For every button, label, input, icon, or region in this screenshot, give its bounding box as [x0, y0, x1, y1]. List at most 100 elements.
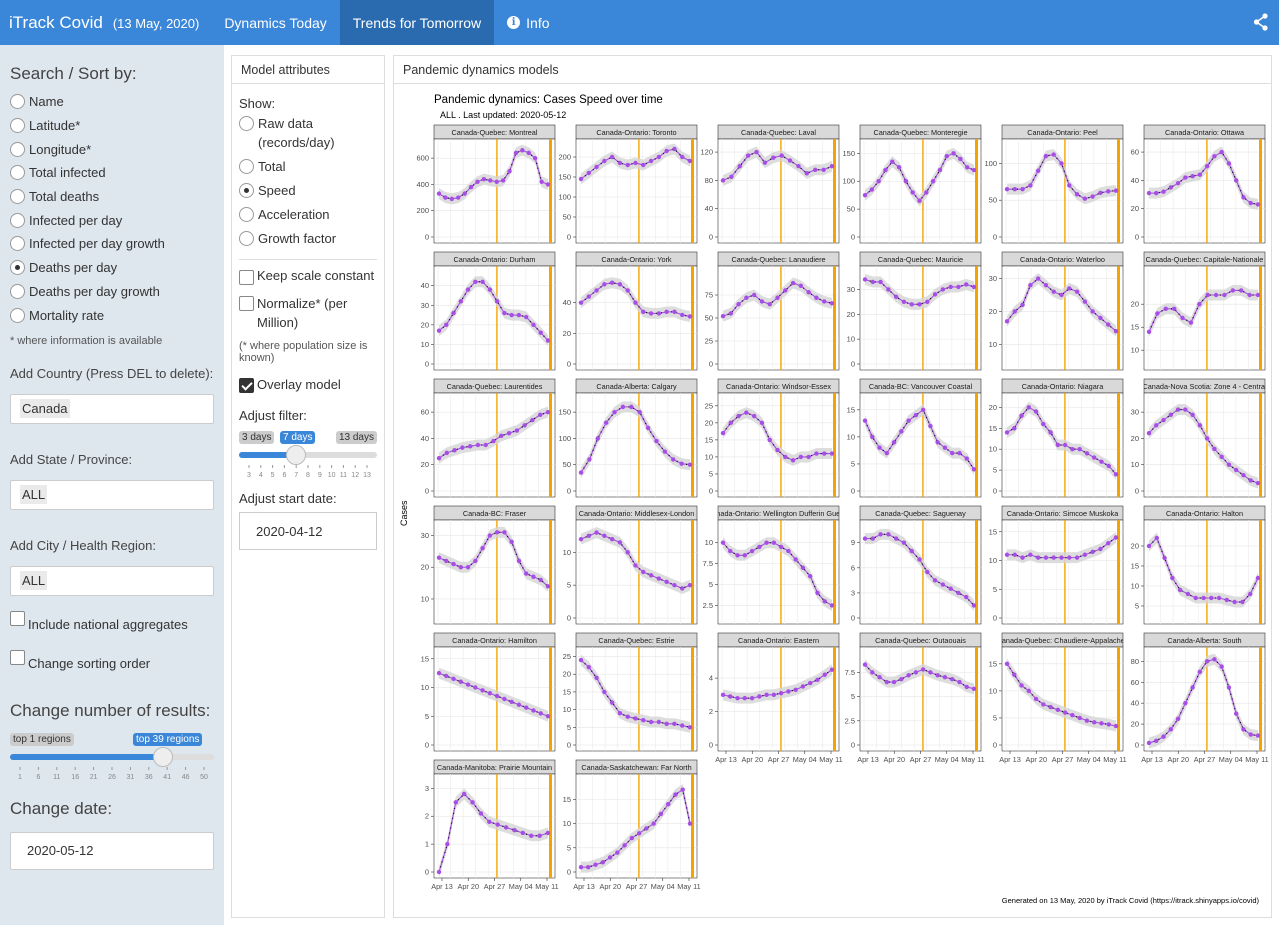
overlay-box[interactable] [239, 378, 254, 393]
y-tick-label: 120 [700, 148, 713, 157]
facet-plot-area [433, 138, 556, 244]
show-option[interactable]: Raw data (records/day) [239, 114, 377, 152]
show-radio[interactable] [239, 231, 254, 246]
normalize-checkbox[interactable]: Normalize* (per Million) [239, 294, 377, 332]
facet-panel: Canada-Quebec: Capitale-Nationale 10 15 20 [1131, 251, 1266, 371]
results-slider[interactable]: top 1 regions top 39 regions 1 6 11 16 21 26 3… [10, 727, 214, 781]
y-tick-label: 60 [421, 408, 429, 417]
data-point [481, 176, 487, 182]
data-point [964, 684, 969, 690]
sort-option[interactable]: Mortality rate [10, 303, 214, 327]
data-point [877, 675, 882, 680]
sort-option[interactable]: Latitude* [10, 114, 214, 138]
sort-radio[interactable] [10, 165, 25, 181]
date-input[interactable]: 2020-05-12 [10, 831, 214, 870]
show-option[interactable]: Total [239, 157, 377, 176]
y-tick-label: 5 [851, 459, 855, 468]
y-tick-label: 5 [709, 469, 713, 478]
x-tick-label: Apr 13 [999, 755, 1021, 764]
data-point [532, 155, 538, 161]
show-option[interactable]: Growth factor [239, 229, 377, 248]
sort-option[interactable]: Deaths per day [10, 256, 214, 280]
data-point [925, 569, 930, 575]
data-point [444, 450, 449, 456]
data-point [545, 338, 551, 343]
sort-option[interactable]: Total deaths [10, 185, 214, 209]
sort-option[interactable]: Name [10, 90, 214, 114]
share-icon[interactable] [1253, 13, 1269, 31]
x-tick-label: Apr 27 [484, 882, 506, 891]
facet-panel: Canada-Quebec: Lanaudiere 0 25 50 75 [705, 251, 840, 371]
data-point [913, 413, 919, 418]
overlay-checkbox[interactable]: Overlay model [239, 377, 377, 393]
show-radio[interactable] [239, 183, 254, 198]
data-point [877, 445, 882, 450]
state-input[interactable]: ALL [10, 479, 214, 510]
state-chip[interactable]: ALL [20, 485, 48, 505]
normalize-box[interactable] [239, 296, 254, 311]
change-sorting-box[interactable] [10, 649, 25, 665]
sort-radio[interactable] [10, 212, 25, 228]
today-marker [975, 520, 978, 624]
sort-option[interactable]: Infected per day [10, 208, 214, 232]
data-point [1098, 315, 1103, 321]
y-tick-label: 7.5 [703, 559, 713, 568]
sort-option[interactable]: Total infected [10, 161, 214, 185]
start-date-input[interactable]: 2020-04-12 [239, 512, 377, 550]
change-sorting-checkbox[interactable]: Change sorting order [10, 649, 214, 671]
data-point [1177, 587, 1183, 593]
tab-dynamics-today[interactable]: Dynamics Today [211, 0, 339, 45]
show-radio[interactable] [239, 207, 254, 222]
y-tick-label: 40 [1131, 699, 1139, 708]
show-option[interactable]: Acceleration [239, 205, 377, 224]
filter-slider[interactable]: 3 days 7 days 13 days 3 4 5 6 7 8 9 10 11 12 13 [239, 425, 377, 479]
y-tick-label: 10 [847, 335, 855, 344]
y-tick-label: 10 [1131, 460, 1139, 469]
data-point [1224, 597, 1230, 603]
show-radio[interactable] [239, 116, 254, 131]
y-tick-label: 150 [558, 408, 571, 417]
data-point [1012, 672, 1017, 677]
keep-scale-checkbox[interactable]: Keep scale constant [239, 268, 377, 285]
sort-radio[interactable] [10, 189, 25, 205]
data-point [917, 302, 922, 307]
keep-scale-box[interactable] [239, 270, 254, 285]
data-point [436, 328, 442, 333]
y-tick-label: 15 [989, 659, 997, 668]
show-option[interactable]: Speed [239, 181, 377, 200]
data-point [578, 536, 584, 542]
sort-radio[interactable] [10, 118, 25, 134]
city-input[interactable]: ALL [10, 565, 214, 596]
data-point [886, 532, 891, 537]
sort-radio[interactable] [10, 283, 25, 299]
country-input[interactable]: Canada [10, 393, 214, 424]
brand[interactable]: iTrack Covid (13 May, 2020) [0, 13, 211, 33]
include-national-box[interactable] [10, 610, 25, 626]
city-chip[interactable]: ALL [20, 571, 48, 591]
sort-radio[interactable] [10, 236, 25, 252]
sort-radio[interactable] [10, 260, 25, 276]
data-point [917, 557, 922, 562]
today-marker [1117, 647, 1120, 751]
y-tick-label: 6 [851, 563, 855, 572]
data-point [906, 418, 911, 423]
sort-option[interactable]: Infected per day growth [10, 232, 214, 256]
facet-panel: Canada-BC: Vancouver Coastal 0 5 10 15 [847, 378, 982, 498]
filter-handle[interactable] [286, 445, 306, 465]
results-handle[interactable] [153, 746, 173, 767]
facet-panel: Canada-Quebec: Outaouais 0 2.5 5 7.5 Apr 13 Ap… [845, 632, 985, 764]
sort-radio[interactable] [10, 307, 25, 323]
show-radio[interactable] [239, 159, 254, 174]
today-marker [549, 647, 552, 751]
sort-radio[interactable] [10, 94, 25, 110]
sort-option[interactable]: Deaths per day growth [10, 280, 214, 304]
tab-info[interactable]: i Info [494, 0, 562, 45]
include-national-checkbox[interactable]: Include national aggregates [10, 610, 214, 632]
data-point [870, 279, 875, 285]
country-chip[interactable]: Canada [20, 399, 70, 419]
sort-option[interactable]: Longitude* [10, 137, 214, 161]
data-point [1106, 463, 1111, 469]
y-tick-label: 80 [1131, 657, 1139, 666]
tab-trends-for-tomorrow[interactable]: Trends for Tomorrow [339, 0, 495, 45]
sort-radio[interactable] [10, 141, 25, 157]
